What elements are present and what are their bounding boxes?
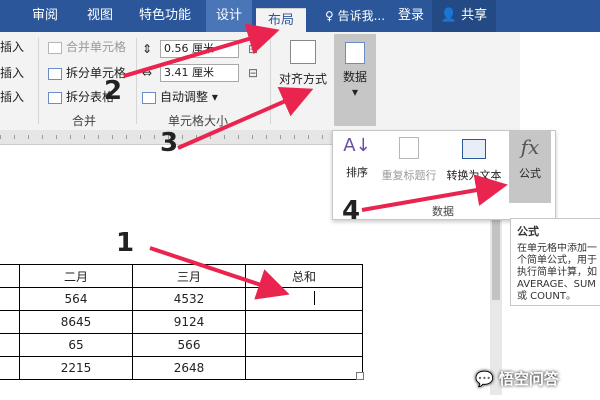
watermark: 💬 悟空问答 [475, 368, 559, 389]
step-number-3: 3 [160, 128, 179, 158]
annotation-arrows [123, 23, 508, 300]
arrow-3 [177, 86, 314, 150]
step-number-1: 1 [116, 228, 135, 258]
arrow-4 [361, 174, 508, 212]
step-number-4: 4 [342, 196, 361, 226]
arrow-2 [123, 23, 280, 78]
step-number-2: 2 [104, 76, 123, 106]
arrow-1 [149, 246, 290, 300]
chat-bubble-icon: 💬 [475, 370, 494, 388]
watermark-label: 悟空问答 [498, 370, 559, 388]
